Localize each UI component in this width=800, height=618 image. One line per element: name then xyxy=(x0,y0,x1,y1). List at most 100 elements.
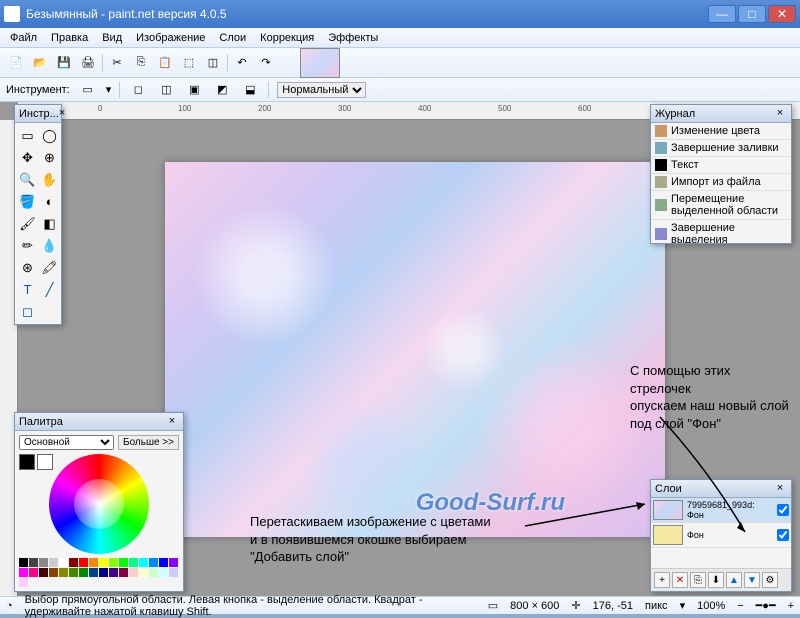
history-item[interactable]: Импорт из файла xyxy=(651,174,791,191)
zoom-in-icon[interactable]: + xyxy=(788,600,794,612)
canvas[interactable]: Good-Surf.ru xyxy=(165,162,665,537)
swatch[interactable] xyxy=(89,558,98,567)
color-wheel[interactable] xyxy=(49,454,149,554)
tool-recolor[interactable]: 🖍 xyxy=(39,257,60,278)
tool-move-sel[interactable]: ⊕ xyxy=(39,147,60,168)
tool-pencil[interactable]: ✏ xyxy=(17,235,38,256)
swatch[interactable] xyxy=(99,568,108,577)
menu-file[interactable]: Файл xyxy=(4,30,43,46)
history-item[interactable]: Перемещение выделенной области xyxy=(651,191,791,220)
swatch[interactable] xyxy=(29,568,38,577)
layer-delete-button[interactable]: ✕ xyxy=(672,572,688,588)
tool-picker[interactable]: 💧 xyxy=(39,235,60,256)
swatch[interactable] xyxy=(39,558,48,567)
swatch[interactable] xyxy=(149,568,158,577)
paste-button[interactable]: 📋 xyxy=(155,53,175,73)
layer-down-button[interactable]: ▼ xyxy=(744,572,760,588)
swatch[interactable] xyxy=(129,568,138,577)
tool-line[interactable]: ╱ xyxy=(39,279,60,300)
swatch[interactable] xyxy=(109,558,118,567)
deselect-button[interactable]: ◫ xyxy=(203,53,223,73)
swatch[interactable] xyxy=(119,568,128,577)
primary-color[interactable] xyxy=(19,454,35,470)
selection-mode-select[interactable]: Нормальный xyxy=(277,82,366,98)
selmode-add-icon[interactable]: ◫ xyxy=(156,80,176,100)
swatch[interactable] xyxy=(19,558,28,567)
tool-lasso[interactable]: ◯ xyxy=(39,125,60,146)
tool-eraser[interactable]: ◧ xyxy=(39,213,60,234)
swatch[interactable] xyxy=(49,568,58,577)
selmode-invert-icon[interactable]: ⬓ xyxy=(240,80,260,100)
tool-more[interactable] xyxy=(39,301,60,322)
save-button[interactable]: 💾 xyxy=(54,53,74,73)
swatch[interactable] xyxy=(79,558,88,567)
tool-clone[interactable]: ⊛ xyxy=(17,257,38,278)
undo-button[interactable]: ↶ xyxy=(232,53,252,73)
swatch[interactable] xyxy=(69,568,78,577)
tool-pan[interactable]: ✋ xyxy=(39,169,60,190)
palette-more-button[interactable]: Больше >> xyxy=(118,435,179,450)
layer-add-button[interactable]: + xyxy=(654,572,670,588)
copy-button[interactable]: ⎘ xyxy=(131,53,151,73)
history-item[interactable]: Текст xyxy=(651,157,791,174)
layer-up-button[interactable]: ▲ xyxy=(726,572,742,588)
menu-edit[interactable]: Правка xyxy=(45,30,94,46)
history-item[interactable]: Изменение цвета xyxy=(651,123,791,140)
open-button[interactable]: 📂 xyxy=(30,53,50,73)
tools-close-icon[interactable]: × xyxy=(59,107,65,121)
history-item[interactable]: Завершение выделения xyxy=(651,220,791,243)
menu-layers[interactable]: Слои xyxy=(213,30,252,46)
minimize-button[interactable]: — xyxy=(708,5,736,23)
swatch[interactable] xyxy=(59,558,68,567)
swatch[interactable] xyxy=(169,568,178,577)
tool-zoom[interactable]: 🔍 xyxy=(17,169,38,190)
layer-merge-button[interactable]: ⬇ xyxy=(708,572,724,588)
selmode-sub-icon[interactable]: ▣ xyxy=(184,80,204,100)
swatch[interactable] xyxy=(169,558,178,567)
swatch[interactable] xyxy=(49,558,58,567)
menu-effects[interactable]: Эффекты xyxy=(322,30,384,46)
swatch[interactable] xyxy=(139,568,148,577)
document-thumbnail[interactable] xyxy=(300,48,340,78)
swatch[interactable] xyxy=(159,568,168,577)
swatch[interactable] xyxy=(149,558,158,567)
tool-gradient[interactable]: ◐ xyxy=(39,191,60,212)
active-tool-icon[interactable]: ▭ xyxy=(78,80,98,100)
tool-text[interactable]: T xyxy=(17,279,38,300)
swatch[interactable] xyxy=(159,558,168,567)
swatch[interactable] xyxy=(79,568,88,577)
tool-move[interactable]: ✥ xyxy=(17,147,38,168)
tool-fill[interactable]: 🪣 xyxy=(17,191,38,212)
redo-button[interactable]: ↷ xyxy=(256,53,276,73)
selmode-intersect-icon[interactable]: ◩ xyxy=(212,80,232,100)
layer-props-button[interactable]: ⚙ xyxy=(762,572,778,588)
layer-visible-checkbox[interactable] xyxy=(777,504,789,516)
tool-rect-select[interactable]: ▭ xyxy=(17,125,38,146)
menu-adjust[interactable]: Коррекция xyxy=(254,30,320,46)
close-button[interactable]: ✕ xyxy=(768,5,796,23)
cut-button[interactable]: ✂ xyxy=(107,53,127,73)
zoom-out-icon[interactable]: − xyxy=(737,600,743,612)
tool-shapes[interactable]: ◻ xyxy=(17,301,38,322)
layers-close-icon[interactable]: × xyxy=(773,482,787,496)
history-close-icon[interactable]: × xyxy=(773,107,787,121)
new-button[interactable]: 📄 xyxy=(6,53,26,73)
maximize-button[interactable]: □ xyxy=(738,5,766,23)
layer-copy-button[interactable]: ⎘ xyxy=(690,572,706,588)
history-item[interactable]: Завершение заливки xyxy=(651,140,791,157)
tool-brush[interactable]: 🖌 xyxy=(17,213,38,234)
swatch[interactable] xyxy=(59,568,68,577)
swatch[interactable] xyxy=(109,568,118,577)
swatch[interactable] xyxy=(29,558,38,567)
secondary-color[interactable] xyxy=(37,454,53,470)
menu-view[interactable]: Вид xyxy=(96,30,128,46)
zoom-slider[interactable]: ━●━ xyxy=(756,599,776,612)
swatch[interactable] xyxy=(19,568,28,577)
menu-image[interactable]: Изображение xyxy=(130,30,211,46)
swatch[interactable] xyxy=(139,558,148,567)
swatch[interactable] xyxy=(129,558,138,567)
history-panel[interactable]: Журнал× Изменение цветаЗавершение заливк… xyxy=(650,104,792,244)
swatch[interactable] xyxy=(99,558,108,567)
swatch[interactable] xyxy=(89,568,98,577)
palette-swatches[interactable] xyxy=(19,558,179,587)
